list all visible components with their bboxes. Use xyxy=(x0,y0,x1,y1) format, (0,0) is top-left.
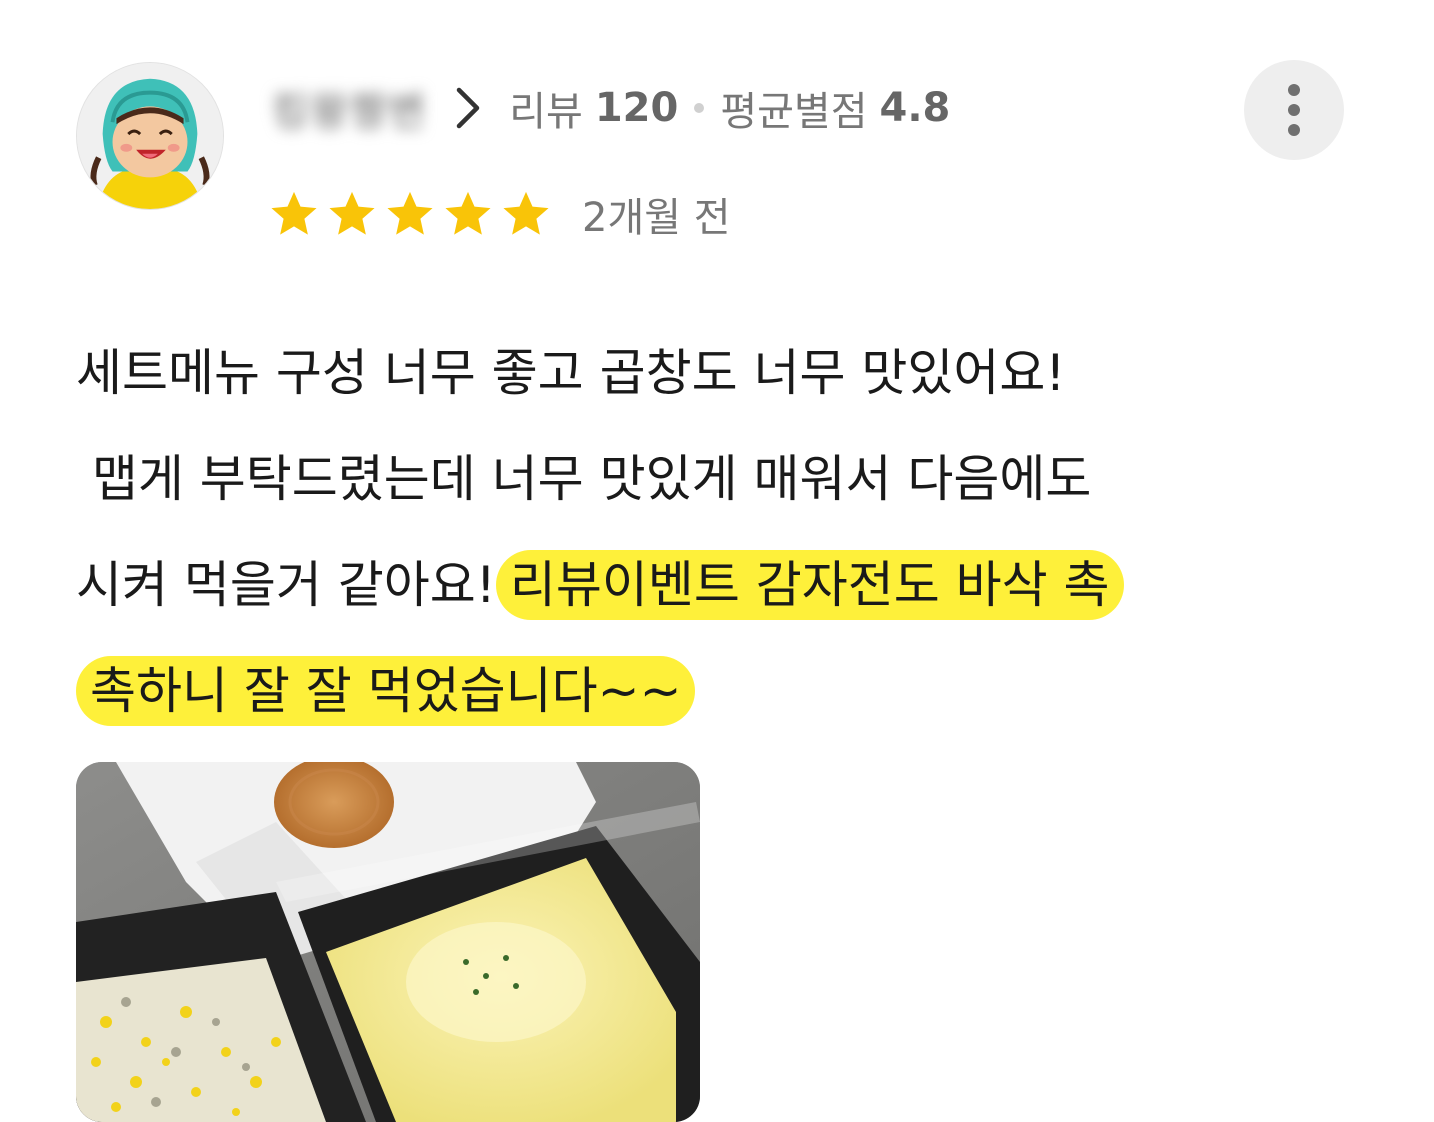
review-text-plain: 시켜 먹을거 같아요! xyxy=(76,556,496,614)
more-options-button[interactable] xyxy=(1244,60,1344,160)
food-photo-image xyxy=(76,762,700,1122)
reviewer-name[interactable]: 킹왕짱변 xyxy=(272,79,427,137)
review-line: 촉하니 잘 잘 먹었습니다~~ xyxy=(76,638,1376,744)
star-icon xyxy=(329,191,375,235)
review-count: 120 xyxy=(594,85,679,131)
review-text: 세트메뉴 구성 너무 좋고 곱창도 너무 맛있어요! 맵게 부탁드렸는데 너무 … xyxy=(76,320,1376,744)
review-line: 세트메뉴 구성 너무 좋고 곱창도 너무 맛있어요! xyxy=(76,344,1066,402)
chevron-right-icon[interactable] xyxy=(453,86,483,130)
separator-dot xyxy=(694,103,705,113)
star-icon xyxy=(503,191,549,235)
star-icon xyxy=(445,191,491,235)
review-time: 2개월 전 xyxy=(582,195,731,241)
star-icon xyxy=(271,191,317,235)
avatar[interactable] xyxy=(76,62,224,210)
cartoon-avatar-icon xyxy=(77,63,223,209)
reviewer-stats: 리뷰 120 평균별점 4.8 xyxy=(509,79,950,137)
review-line: 시켜 먹을거 같아요! 리뷰이벤트 감자전도 바삭 촉 xyxy=(76,532,1376,638)
avg-rating: 4.8 xyxy=(879,85,951,131)
more-dot xyxy=(1288,124,1300,136)
reviewer-header: 킹왕짱변 리뷰 120 평균별점 4.8 xyxy=(272,70,950,146)
star-icon xyxy=(387,191,433,235)
star-rating xyxy=(268,188,552,240)
avg-rating-label: 평균별점 xyxy=(720,89,868,135)
more-vertical-icon xyxy=(1288,84,1300,96)
rating-row: 2개월 전 xyxy=(268,184,731,244)
review-line: 맵게 부탁드렸는데 너무 맛있게 매워서 다음에도 xyxy=(76,450,1092,508)
highlighted-text: 촉하니 잘 잘 먹었습니다~~ xyxy=(76,656,696,726)
review-photo[interactable] xyxy=(76,762,700,1122)
review-count-label: 리뷰 xyxy=(509,89,583,135)
highlighted-text: 리뷰이벤트 감자전도 바삭 촉 xyxy=(495,550,1124,620)
more-dot xyxy=(1288,104,1300,116)
